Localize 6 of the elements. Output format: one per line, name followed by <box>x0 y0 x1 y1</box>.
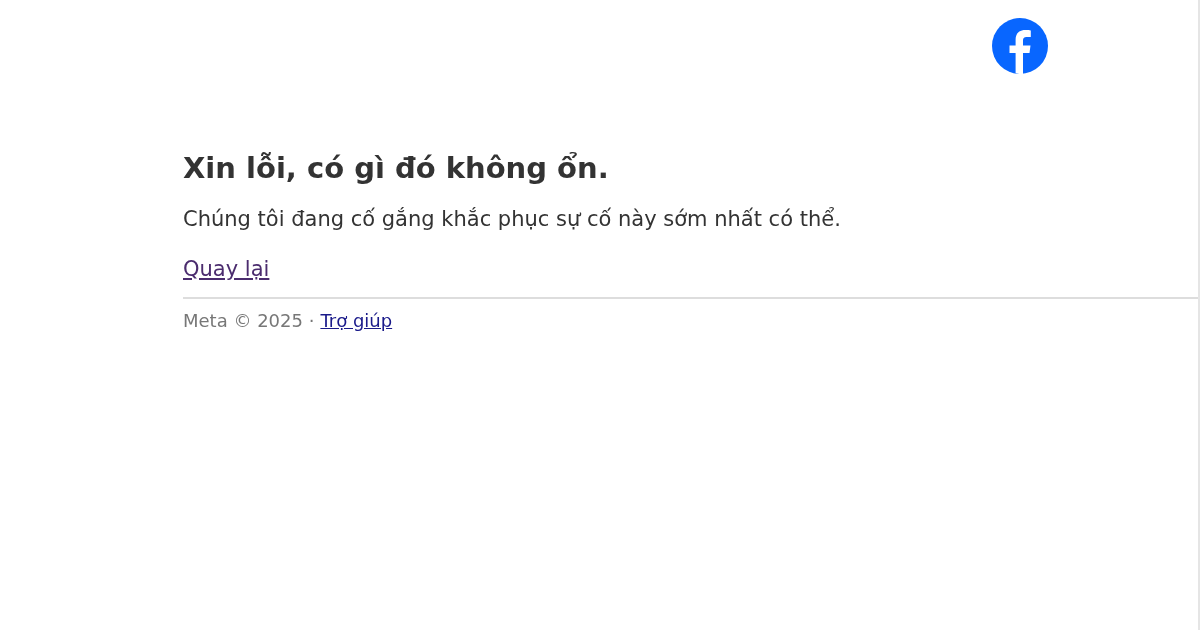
error-heading: Xin lỗi, có gì đó không ổn. <box>183 150 609 187</box>
logo-icon <box>992 18 1048 74</box>
error-message: Chúng tôi đang cố gắng khắc phục sự cố này sớm nhất có thể. <box>183 206 841 234</box>
copyright-text: Meta © 2025 · <box>183 309 315 334</box>
back-link[interactable]: Quay lại <box>183 253 270 286</box>
help-link[interactable]: Trợ giúp <box>320 307 393 335</box>
